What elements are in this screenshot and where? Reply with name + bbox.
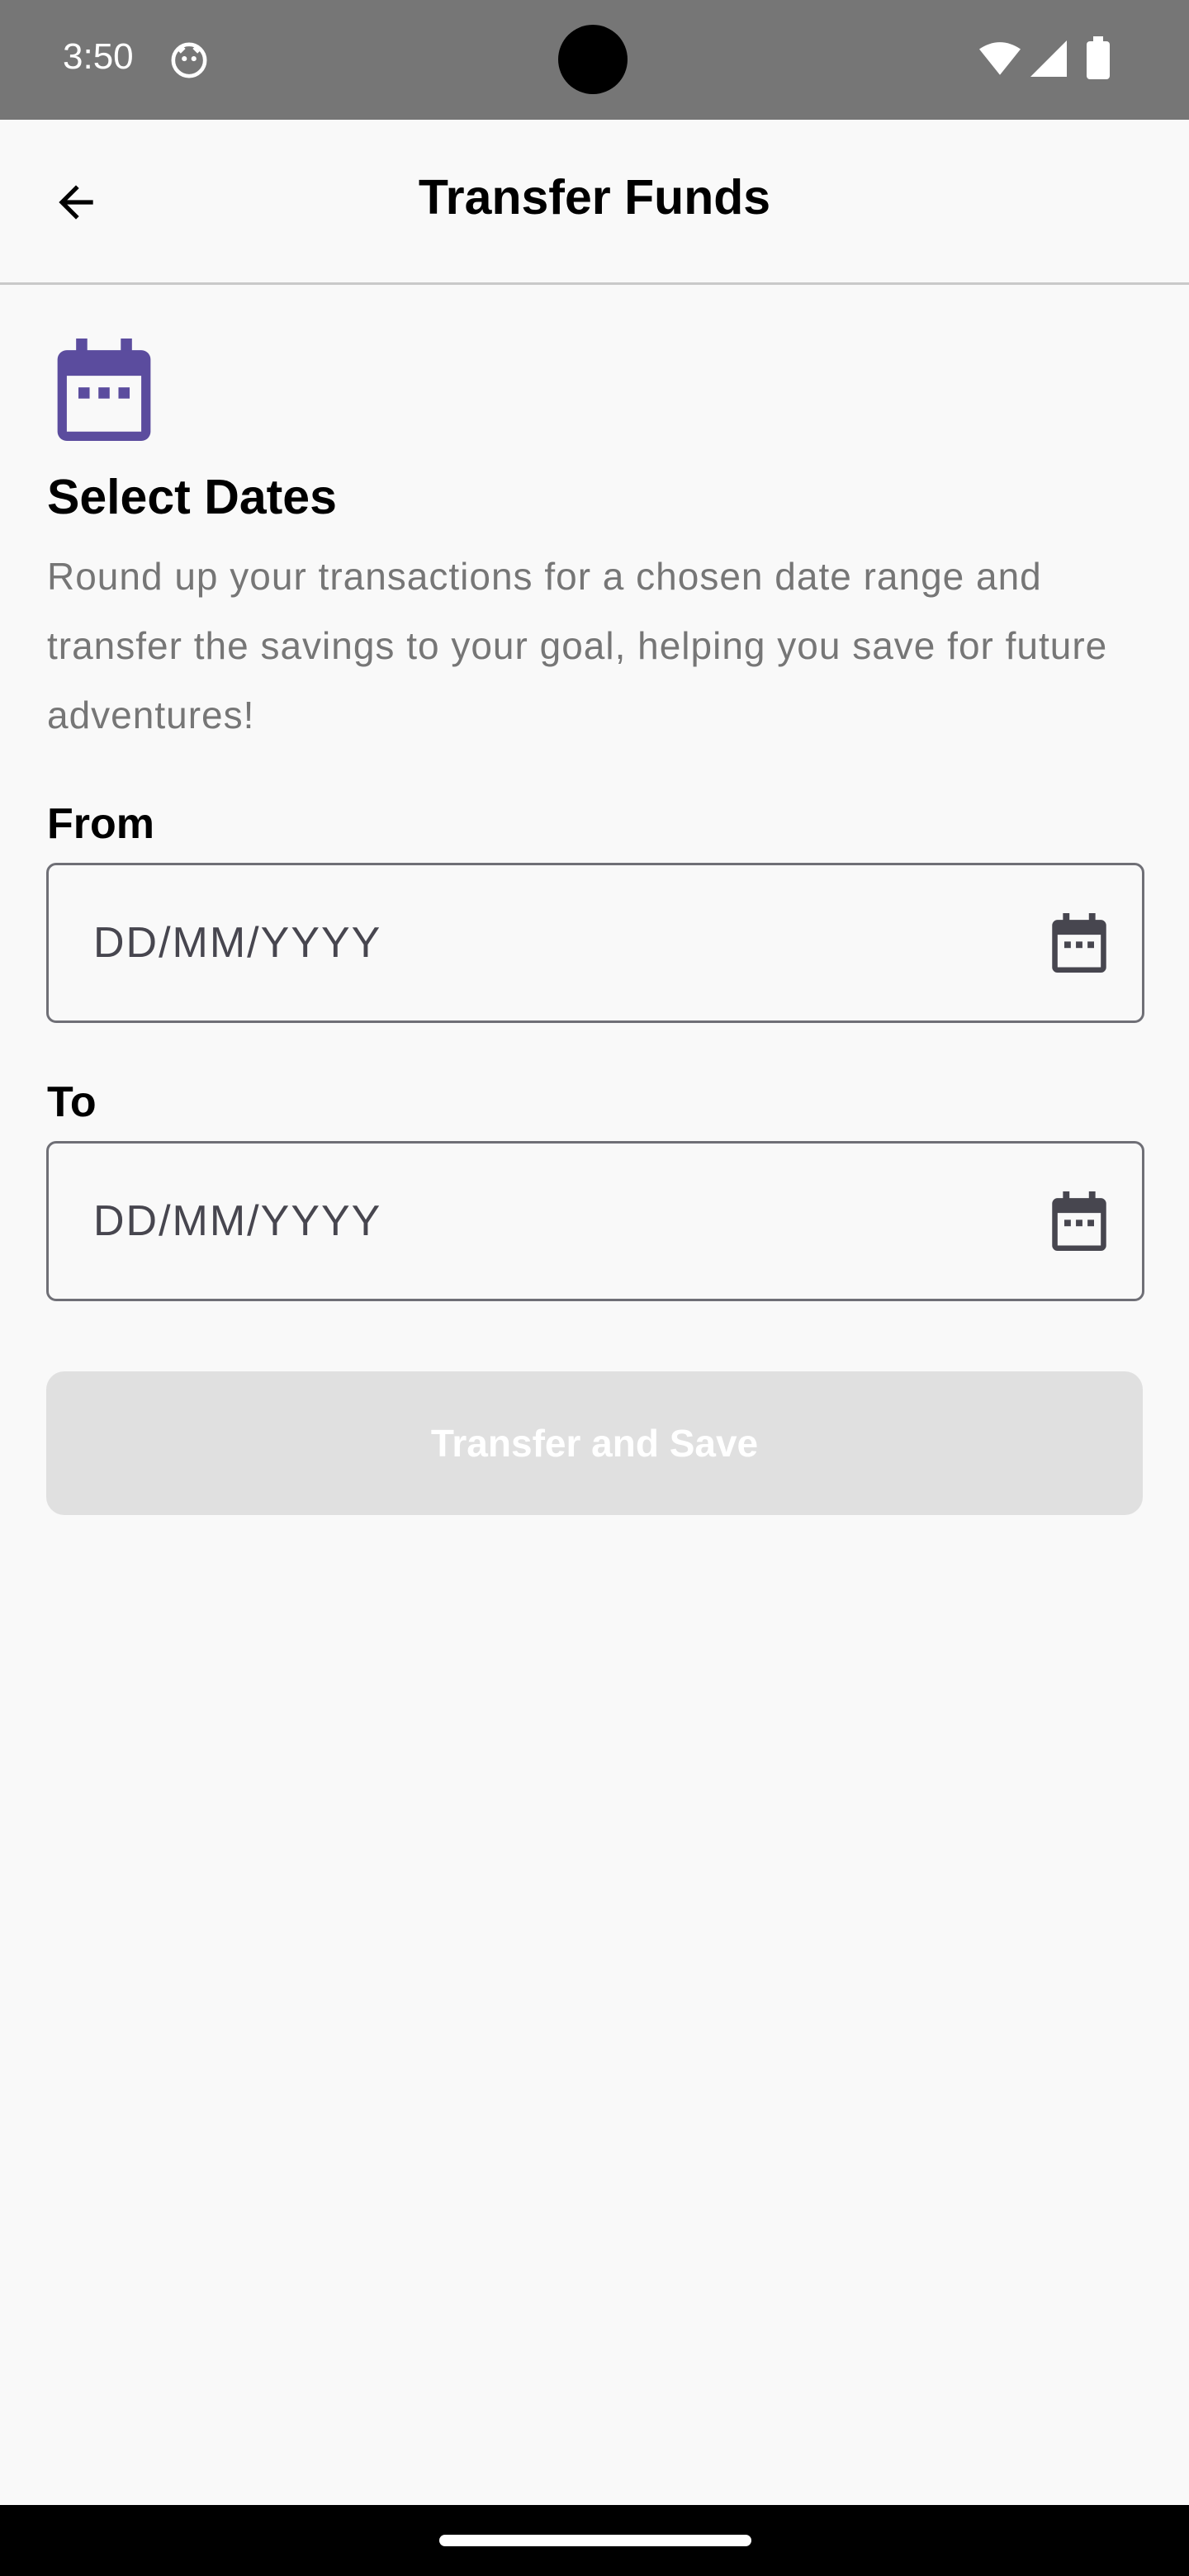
from-date-field	[46, 863, 1144, 1023]
signal-icon	[1030, 40, 1067, 77]
from-date-input[interactable]	[93, 865, 1002, 1020]
to-date-field	[46, 1141, 1144, 1301]
status-time: 3:50	[63, 36, 134, 77]
page-title: Transfer Funds	[418, 170, 771, 225]
calendar-icon	[1052, 913, 1106, 973]
section-description: Round up your transactions for a chosen …	[47, 555, 1108, 736]
battery-icon	[1087, 36, 1110, 79]
calendar-icon	[57, 339, 151, 441]
to-label: To	[47, 1078, 97, 1126]
from-label: From	[47, 800, 154, 848]
notification-face-icon	[171, 42, 207, 78]
home-indicator[interactable]	[439, 2535, 751, 2546]
to-date-input[interactable]	[93, 1144, 1002, 1299]
camera-cutout	[558, 25, 628, 94]
status-bar: 3:50	[0, 0, 1189, 120]
to-date-picker-button[interactable]	[1046, 1188, 1112, 1254]
navigation-bar	[0, 2505, 1189, 2576]
wifi-icon	[979, 42, 1021, 75]
calendar-icon	[1052, 1191, 1106, 1251]
app-bar: Transfer Funds	[0, 120, 1189, 285]
section-title: Select Dates	[47, 470, 337, 524]
from-date-picker-button[interactable]	[1046, 910, 1112, 976]
transfer-and-save-label: Transfer and Save	[430, 1422, 759, 1465]
transfer-and-save-button[interactable]: Transfer and Save	[46, 1371, 1143, 1515]
